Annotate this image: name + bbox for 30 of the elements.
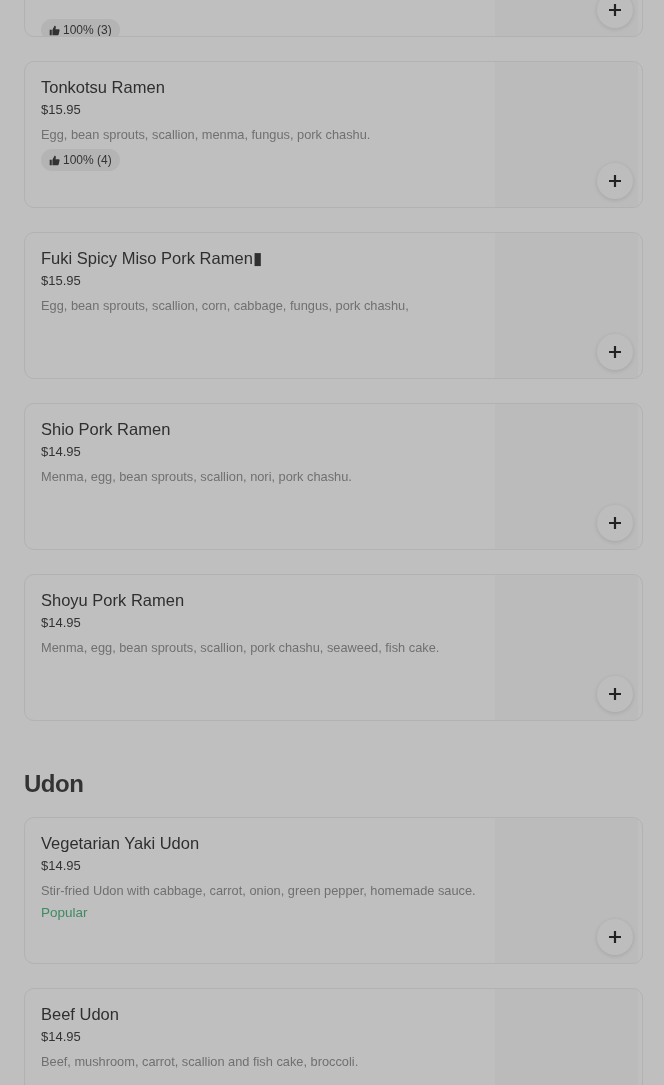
- item-description: Menma, egg, bean sprouts, scallion, pork chashu, seaweed, fish cake.: [41, 639, 441, 657]
- item-price: $15.95: [41, 101, 82, 119]
- item-name: Tonkotsu Ramen: [41, 77, 166, 98]
- plus-icon: [608, 174, 622, 188]
- rating-text: 100% (3): [63, 22, 112, 36]
- item-name: Fuki Spicy Miso Pork Ramen▮: [41, 248, 263, 269]
- plus-icon: [608, 516, 622, 530]
- item-price: $14.95: [41, 443, 82, 461]
- popular-tag: Popular: [41, 903, 479, 924]
- plus-icon: [608, 3, 622, 17]
- item-name: Shoyu Pork Ramen: [41, 590, 186, 611]
- item-description: Egg, bean sprouts, scallion, menma, fungus, pork chashu.: [41, 126, 372, 144]
- plus-icon: [608, 345, 622, 359]
- item-description: Egg, bean sprouts, scallion, corn, cabbage, fungus, pork chashu,: [41, 297, 410, 315]
- item-price: $14.95: [41, 857, 82, 875]
- item-description: Beef, mushroom, carrot, scallion and fish cake, broccoli.: [41, 1053, 360, 1071]
- item-description: Menma, egg, bean sprouts, scallion, nori, pork chashu.: [41, 468, 353, 486]
- item-name: Beef Udon: [41, 1004, 120, 1025]
- item-name: Vegetarian Yaki Udon: [41, 833, 201, 854]
- thumbs-up-icon: [49, 24, 60, 36]
- plus-icon: [608, 930, 622, 944]
- item-name: Shio Pork Ramen: [41, 419, 172, 440]
- item-description: Stir-fried Udon with cabbage, carrot, onion, green pepper, homemade sauce.: [41, 882, 477, 900]
- plus-icon: [608, 687, 622, 701]
- item-price: $14.95: [41, 1028, 82, 1046]
- thumbs-up-icon: [49, 154, 60, 166]
- item-price: $15.95: [41, 272, 82, 290]
- rating-text: 100% (4): [63, 152, 112, 169]
- section-heading: Udon: [24, 769, 85, 799]
- item-price: $14.95: [41, 614, 82, 632]
